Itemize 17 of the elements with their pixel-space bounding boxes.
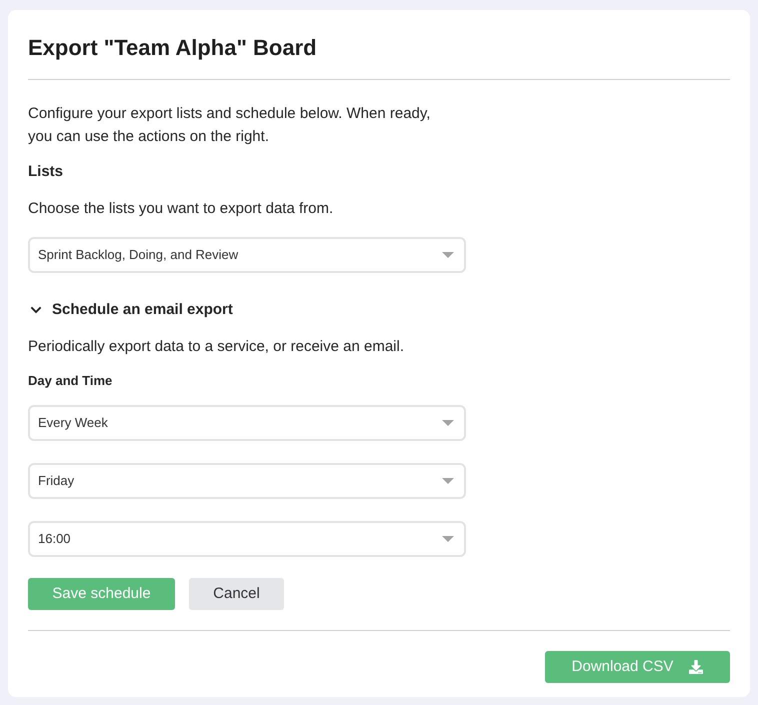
select-field[interactable]: 16:00 (28, 521, 466, 557)
collapse-toggle[interactable]: Schedule an email export (28, 299, 233, 321)
select-field[interactable]: Every Week (28, 405, 466, 441)
secondary-button[interactable]: Cancel (189, 578, 284, 610)
field-label: Day and Time (28, 372, 114, 390)
help-text: Choose the lists you want to export data from. (28, 199, 334, 219)
caret-icon (442, 536, 454, 542)
caret-icon (442, 420, 454, 426)
description-text: Periodically export data to a service, or receive an email. (28, 337, 406, 357)
select-field[interactable]: Friday (28, 463, 466, 499)
page-title: Export "Team Alpha" Board (28, 34, 318, 62)
caret-icon (442, 478, 454, 484)
select-field[interactable]: Sprint Backlog, Doing, and Review (28, 237, 466, 273)
section-label: Lists (28, 162, 64, 182)
download-icon (689, 660, 704, 674)
intro-text: Configure your export lists and schedule below. When ready, you can use the actions on the right. (28, 104, 432, 147)
caret-icon (442, 252, 454, 258)
